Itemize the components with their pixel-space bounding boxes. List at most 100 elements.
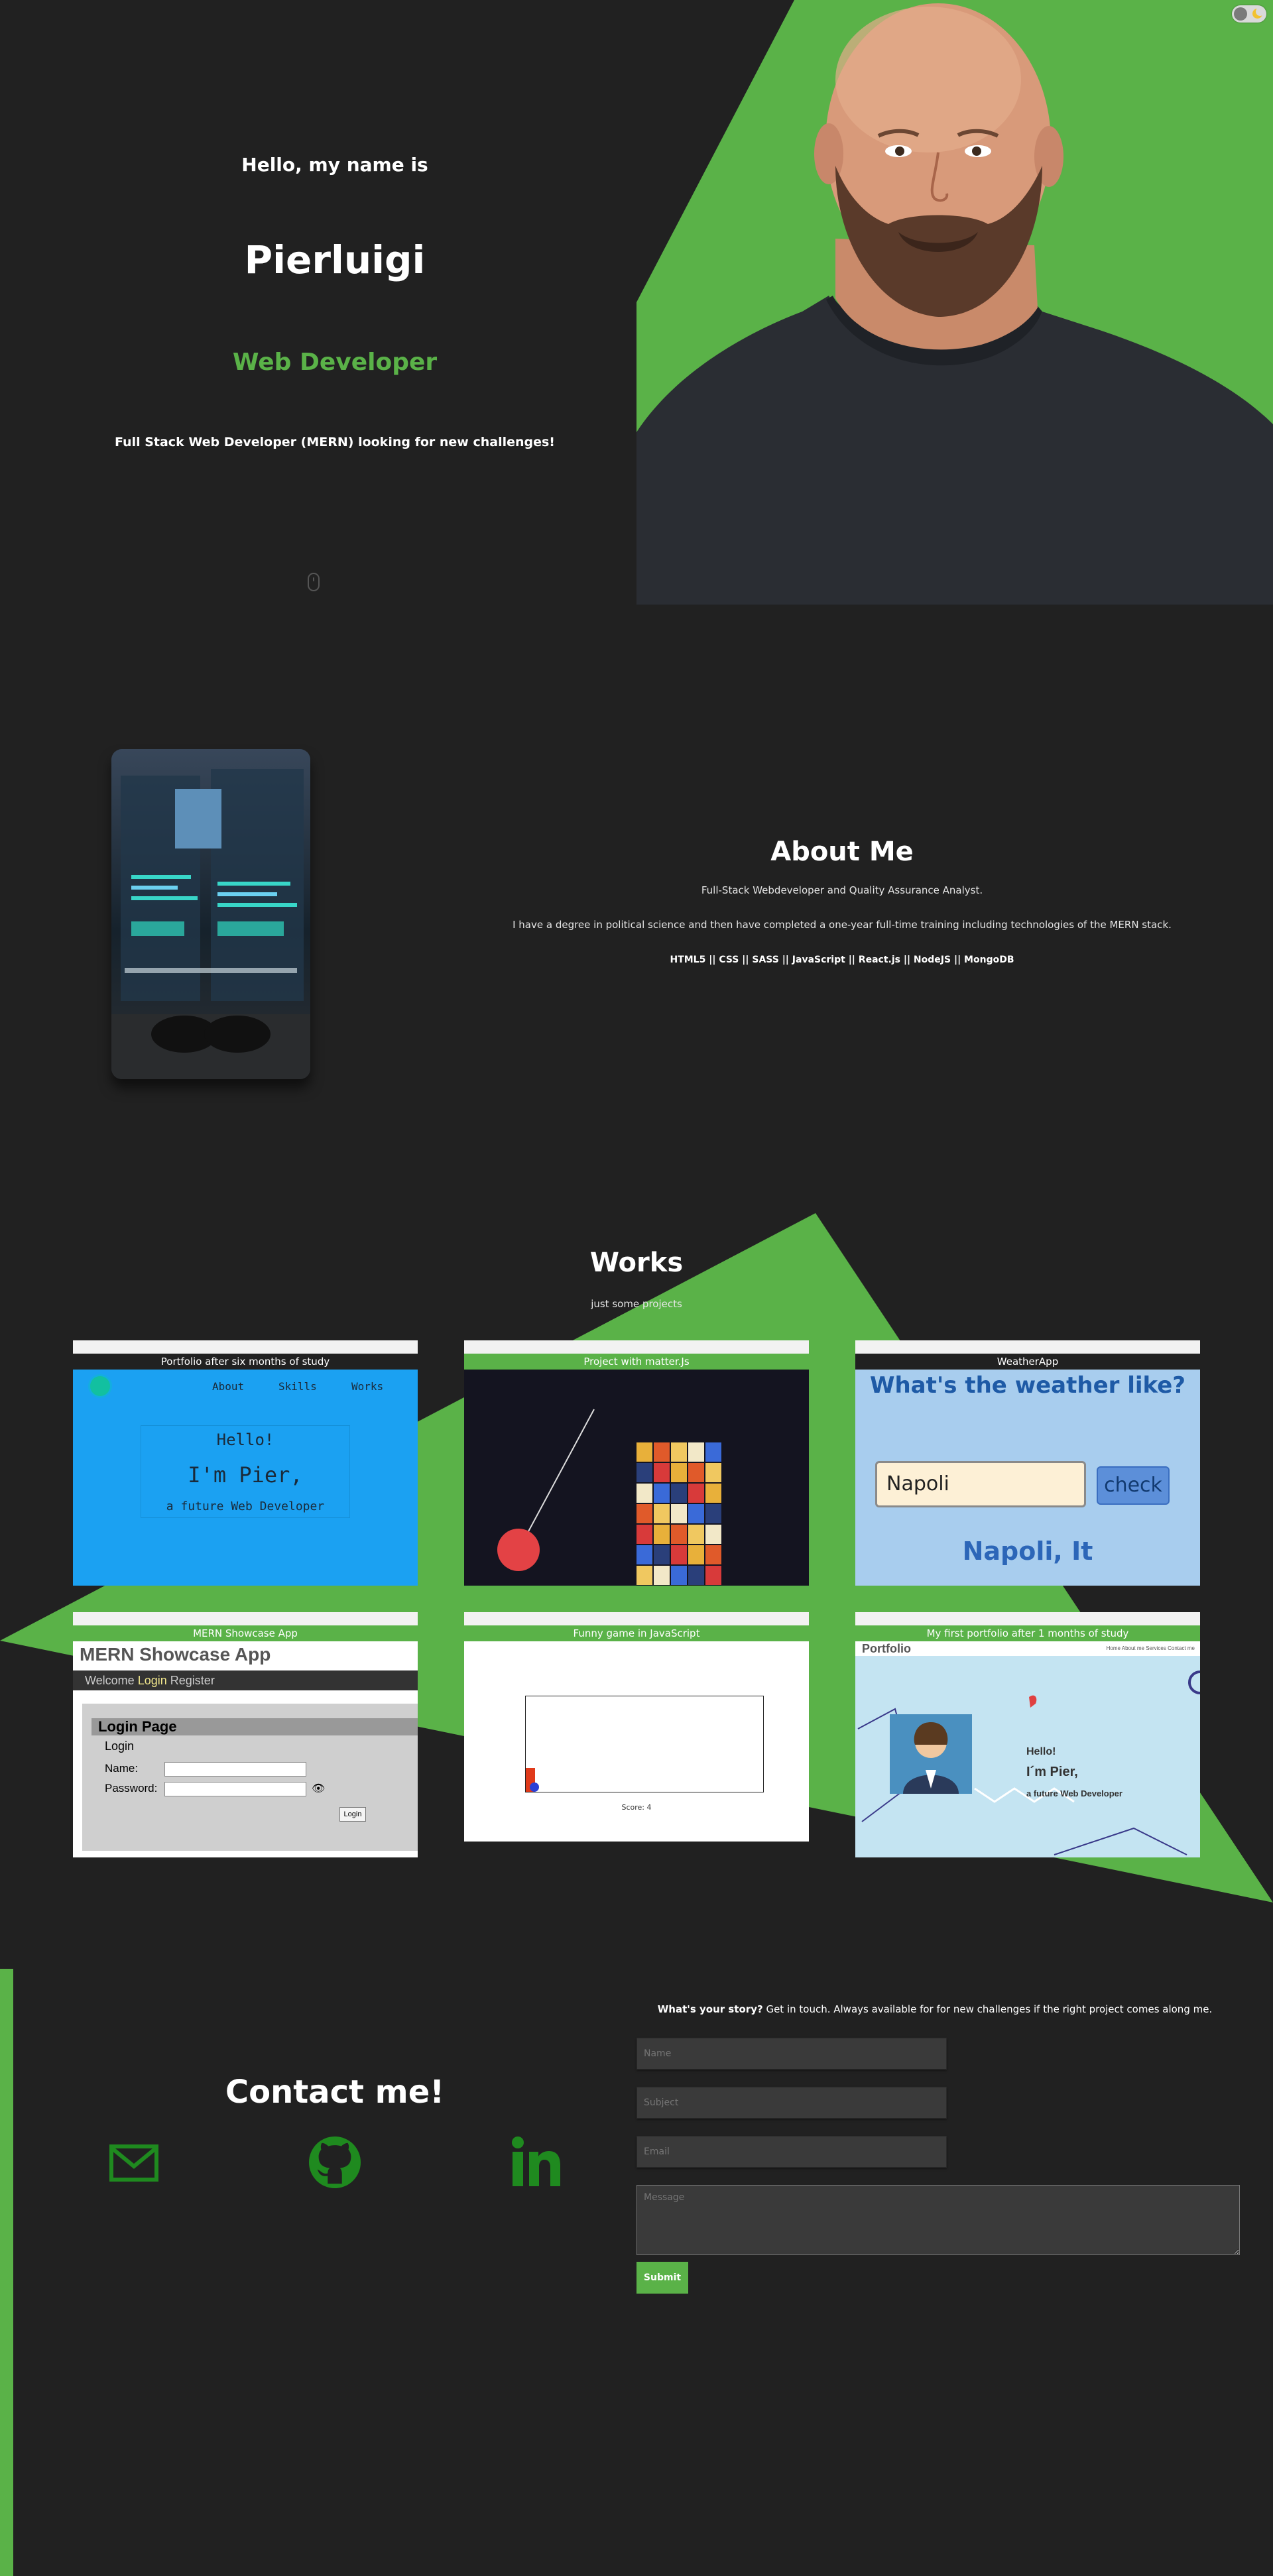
contact-story: What's your story? Get in touch. Always … <box>636 2003 1233 2015</box>
contact-green-bar <box>0 1969 13 2576</box>
hero-greeting: Hello, my name is <box>241 154 428 176</box>
mail-icon[interactable] <box>109 2136 159 2189</box>
physics-block <box>636 1525 652 1544</box>
physics-block <box>654 1566 670 1585</box>
nav-login: Login <box>137 1674 167 1687</box>
physics-block <box>688 1484 704 1503</box>
weather-result: Napoli, It <box>962 1537 1093 1566</box>
about-title: About Me <box>770 837 914 867</box>
github-icon[interactable] <box>308 2136 362 2189</box>
portfolio-role: a future Web Developer <box>1026 1788 1122 1798</box>
physics-block <box>671 1525 687 1544</box>
physics-block <box>654 1484 670 1503</box>
physics-block <box>636 1545 652 1564</box>
physics-block <box>705 1545 721 1564</box>
nav-welcome: Welcome <box>85 1674 135 1687</box>
project-caption: WeatherApp <box>855 1354 1200 1370</box>
physics-block <box>705 1566 721 1585</box>
project-screenshot: Portfolio Home About me Services Contact… <box>855 1641 1200 1857</box>
contact-title: Contact me! <box>225 2074 445 2111</box>
project-screenshot: Score: 4 <box>464 1641 809 1857</box>
story-rest: Get in touch. Always available for for n… <box>762 2003 1213 2015</box>
login-form-title: Login <box>105 1739 135 1753</box>
name-field[interactable] <box>636 2038 947 2070</box>
physics-block <box>636 1504 652 1523</box>
email-field[interactable] <box>636 2136 947 2168</box>
project-card-js-game[interactable]: Funny game in JavaScript Score: 4 <box>464 1612 809 1857</box>
project-caption: Portfolio after six months of study <box>73 1354 418 1370</box>
name-field <box>164 1762 306 1777</box>
card-topbar <box>855 1340 1200 1354</box>
intro-role: a future Web Developer <box>166 1499 325 1513</box>
works-title: Works <box>589 1248 684 1278</box>
scroll-mouse-icon[interactable] <box>308 573 320 591</box>
physics-block <box>671 1442 687 1462</box>
card-topbar <box>464 1612 809 1625</box>
eye-icon: 👁 <box>312 1783 326 1794</box>
portfolio-hello: Hello! <box>1026 1746 1056 1757</box>
card-topbar <box>73 1612 418 1625</box>
card-topbar <box>855 1612 1200 1625</box>
physics-block <box>671 1504 687 1523</box>
project-card-weatherapp[interactable]: WeatherApp What's the weather like? Napo… <box>855 1340 1200 1586</box>
about-tech-stack: HTML5 || CSS || SASS || JavaScript || Re… <box>670 955 1014 965</box>
physics-block <box>636 1463 652 1482</box>
project-card-mern-showcase[interactable]: MERN Showcase App MERN Showcase App Welc… <box>73 1612 418 1857</box>
intro-name: I'm Pier, <box>188 1462 303 1488</box>
game-board <box>525 1696 764 1792</box>
linkedin-icon[interactable] <box>512 2136 561 2189</box>
password-field <box>164 1782 306 1796</box>
weather-check-button: check <box>1097 1466 1170 1505</box>
subject-field[interactable] <box>636 2087 947 2119</box>
project-screenshot: MERN Showcase App Welcome Login Register… <box>73 1641 418 1857</box>
project-caption: My first portfolio after 1 months of stu… <box>855 1625 1200 1641</box>
nav-works: Works <box>351 1380 384 1393</box>
physics-block <box>654 1442 670 1462</box>
portfolio-header: Portfolio Home About me Services Contact… <box>855 1641 1200 1656</box>
nav-about: About <box>212 1380 245 1393</box>
ball <box>530 1783 539 1792</box>
project-card-portfolio-six-months[interactable]: Portfolio after six months of study Abou… <box>73 1340 418 1586</box>
physics-block <box>654 1525 670 1544</box>
app-heading: MERN Showcase App <box>80 1644 271 1665</box>
page: Hello, my name is Pierluigi Web Develope… <box>0 0 1273 2576</box>
logo-icon <box>90 1376 110 1396</box>
password-label: Password: <box>105 1782 158 1794</box>
login-button: Login <box>339 1807 366 1822</box>
hero-tagline: Full Stack Web Developer (MERN) looking … <box>115 435 555 449</box>
nav-skills: Skills <box>278 1380 317 1393</box>
physics-block <box>671 1545 687 1564</box>
message-field[interactable] <box>636 2185 1240 2255</box>
physics-block <box>671 1463 687 1482</box>
physics-block <box>705 1484 721 1503</box>
physics-block <box>688 1442 704 1462</box>
theme-toggle[interactable] <box>1232 5 1266 23</box>
works-subtitle: just some projects <box>591 1298 682 1310</box>
physics-block <box>654 1504 670 1523</box>
physics-block <box>671 1484 687 1503</box>
project-screenshot: What's the weather like? Napoli check Na… <box>855 1370 1200 1586</box>
project-screenshot: About Skills Works Hello! I'm Pier, a fu… <box>73 1370 418 1586</box>
weather-city-input: Napoli <box>875 1461 1086 1507</box>
physics-block <box>688 1463 704 1482</box>
physics-block <box>705 1525 721 1544</box>
portfolio-menu: Home About me Services Contact me <box>1106 1645 1195 1651</box>
project-card-first-portfolio[interactable]: My first portfolio after 1 months of stu… <box>855 1612 1200 1857</box>
about-photo <box>111 749 310 1079</box>
weather-question: What's the weather like? <box>869 1372 1186 1399</box>
project-caption: MERN Showcase App <box>73 1625 418 1641</box>
physics-block <box>688 1566 704 1585</box>
portrait-photo <box>636 3 1273 605</box>
portfolio-name: I´m Pier, <box>1026 1765 1078 1779</box>
project-card-matterjs[interactable]: Project with matter.Js <box>464 1340 809 1586</box>
project-caption: Project with matter.Js <box>464 1354 809 1370</box>
submit-button[interactable]: Submit <box>636 2262 688 2294</box>
game-score: Score: 4 <box>621 1803 652 1812</box>
physics-block <box>654 1545 670 1564</box>
intro-hello: Hello! <box>216 1431 274 1449</box>
physics-block <box>688 1545 704 1564</box>
physics-block <box>705 1442 721 1462</box>
project-screenshot <box>464 1370 809 1586</box>
physics-block <box>671 1566 687 1585</box>
story-bold: What's your story? <box>657 2003 763 2015</box>
